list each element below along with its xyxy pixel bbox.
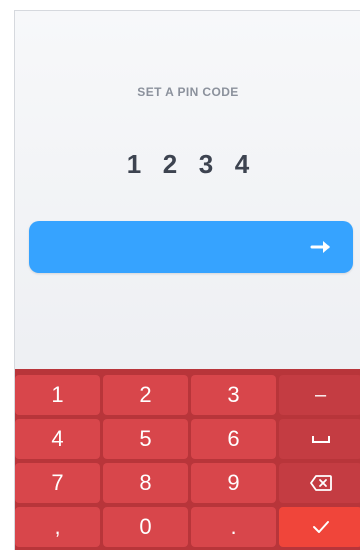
key-4[interactable]: 4 [15, 419, 100, 459]
next-button[interactable] [29, 221, 353, 273]
pin-digit: 2 [162, 149, 178, 179]
key-6[interactable]: 6 [191, 419, 276, 459]
key-9[interactable]: 9 [191, 463, 276, 503]
key-1[interactable]: 1 [15, 375, 100, 415]
key-space[interactable] [279, 419, 360, 459]
pin-digit: 3 [198, 149, 214, 179]
checkmark-icon [312, 521, 329, 533]
key-2[interactable]: 2 [103, 375, 188, 415]
pin-display: 1 2 3 4 [15, 149, 360, 180]
key-done[interactable] [279, 507, 360, 547]
pin-digit: 4 [234, 149, 250, 179]
key-7[interactable]: 7 [15, 463, 100, 503]
key-comma[interactable]: , [15, 507, 100, 547]
key-3[interactable]: 3 [191, 375, 276, 415]
key-period[interactable]: . [191, 507, 276, 547]
pin-setup-screen: SET A PIN CODE 1 2 3 4 1 2 3 – 4 5 6 7 8… [14, 10, 360, 550]
key-8[interactable]: 8 [103, 463, 188, 503]
key-5[interactable]: 5 [103, 419, 188, 459]
key-backspace[interactable] [279, 463, 360, 503]
key-0[interactable]: 0 [103, 507, 188, 547]
backspace-icon [309, 475, 332, 491]
arrow-right-icon [310, 241, 330, 253]
page-title: SET A PIN CODE [137, 85, 239, 99]
numeric-keyboard: 1 2 3 – 4 5 6 7 8 9 , 0 . [15, 369, 360, 550]
key-minus[interactable]: – [279, 375, 360, 415]
space-icon [311, 436, 330, 443]
pin-digit: 1 [126, 149, 142, 179]
